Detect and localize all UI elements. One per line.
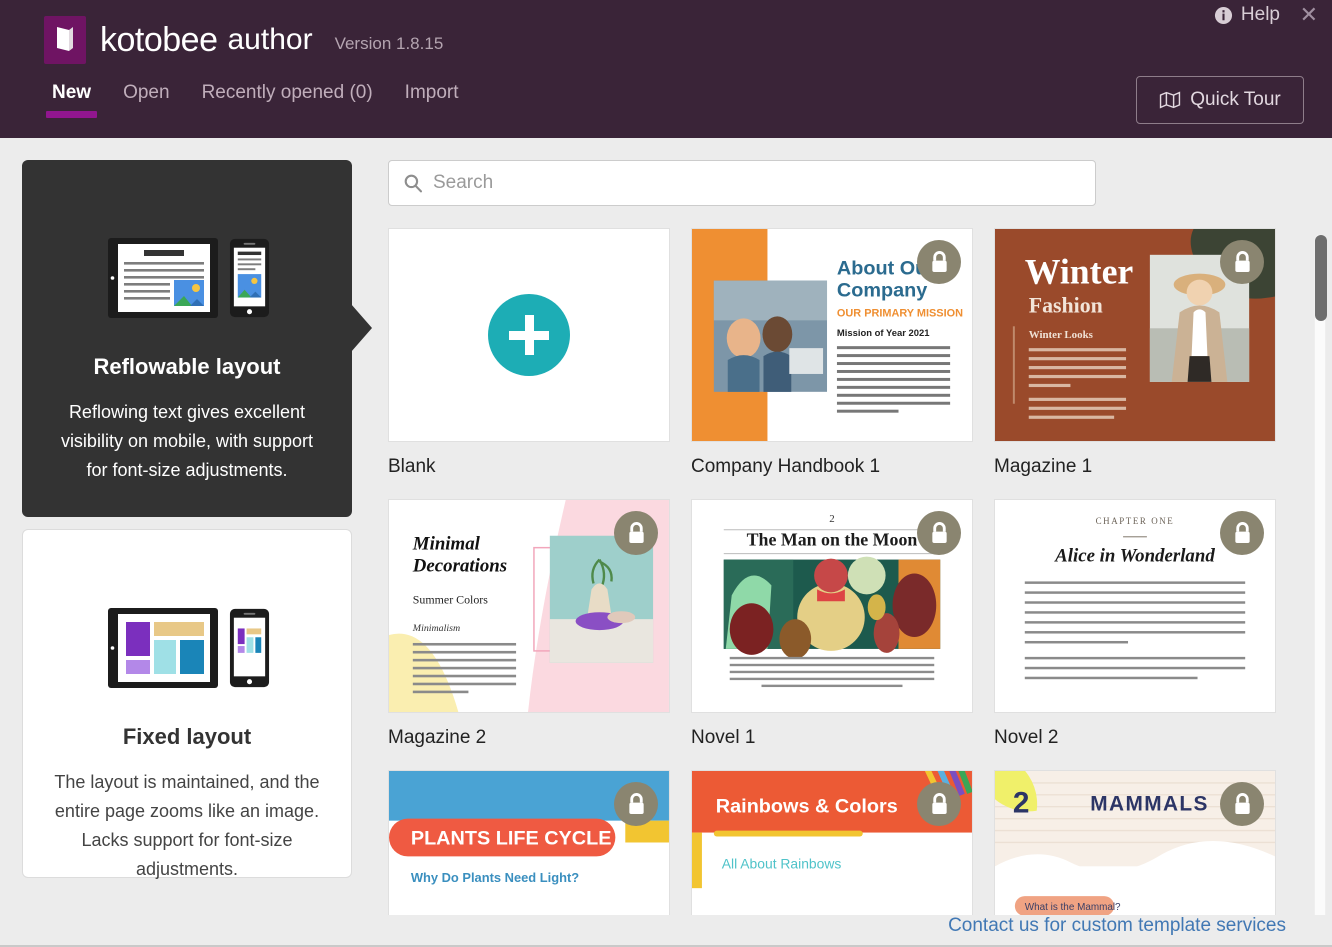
layout-title-reflowable: Reflowable layout [42,354,332,380]
template-card-company-handbook-1[interactable]: About Our Company OUR PRIMARY MISSION Mi… [691,228,973,478]
template-thumbnail[interactable]: Minimal Decorations Summer Colors Minima… [388,499,670,713]
layout-selector: Reflowable layout Reflowing text gives e… [22,160,352,878]
template-card-magazine-1[interactable]: Winter Fashion Winter Looks [994,228,1276,478]
template-thumbnail[interactable]: CHAPTER ONE Alice in Wonderland [994,499,1276,713]
svg-text:2: 2 [1013,787,1030,820]
reflowable-illustration [42,220,332,336]
svg-text:MAMMALS: MAMMALS [1090,793,1208,816]
lock-icon [1220,782,1264,826]
tab-import[interactable]: Import [389,82,475,118]
templates-scrollbar[interactable] [1314,234,1326,934]
selected-pointer [351,304,372,352]
template-card-blank[interactable]: Blank [388,228,670,478]
help-label: Help [1241,4,1280,26]
template-label: Novel 2 [994,727,1276,749]
kotobee-book-icon [44,16,86,64]
svg-text:Summer Colors: Summer Colors [413,592,488,606]
search-icon [403,173,423,193]
svg-text:What is the Mammal?: What is the Mammal? [1025,902,1121,913]
app-header: kotobee author Version 1.8.15 Help ✕ New… [0,0,1332,138]
quick-tour-label: Quick Tour [1190,89,1280,111]
lock-icon [614,782,658,826]
kotobee-author-window: kotobee author Version 1.8.15 Help ✕ New… [0,0,1332,947]
brand-logo: kotobee author Version 1.8.15 [44,16,443,64]
plus-icon [488,294,570,376]
brand-name-secondary: author [228,25,313,55]
template-card-novel-2[interactable]: CHAPTER ONE Alice in Wonderland [994,499,1276,749]
template-label: Magazine 2 [388,727,670,749]
help-button[interactable]: Help [1214,4,1280,26]
scrollbar-thumb[interactable] [1315,235,1327,321]
template-card-novel-1[interactable]: 2 The Man on the Moon [691,499,973,749]
template-grid: Blank [388,228,1288,947]
layout-desc-fixed: The layout is maintained, and the entire… [43,768,331,885]
layout-desc-reflowable: Reflowing text gives excellent visibilit… [42,398,332,485]
svg-text:Company: Company [837,280,927,302]
svg-text:The Man on the Moon: The Man on the Moon [747,530,918,550]
tab-active-underline [46,111,97,118]
tab-open[interactable]: Open [107,82,185,118]
lock-icon [1220,240,1264,284]
svg-text:Minimalism: Minimalism [412,623,460,634]
contact-us-link[interactable]: Contact us for custom template services [948,915,1286,937]
svg-text:Minimal: Minimal [412,534,481,555]
brand-name-primary: kotobee [100,23,218,57]
lock-icon [917,240,961,284]
tab-open-label: Open [123,82,169,103]
tab-recently-opened-label: Recently opened (0) [202,82,373,103]
lock-icon [917,511,961,555]
template-thumbnail[interactable]: 2 The Man on the Moon [691,499,973,713]
template-label: Blank [388,456,670,478]
main-content: Reflowable layout Reflowing text gives e… [0,138,1332,915]
svg-text:Fashion: Fashion [1029,293,1103,317]
svg-text:Winter Looks: Winter Looks [1029,329,1093,341]
template-label: Company Handbook 1 [691,456,973,478]
lock-icon [614,511,658,555]
templates-panel: Blank [388,160,1288,947]
svg-text:Rainbows & Colors: Rainbows & Colors [716,796,898,818]
map-icon [1159,91,1181,109]
template-label: Magazine 1 [994,456,1276,478]
template-thumbnail[interactable]: About Our Company OUR PRIMARY MISSION Mi… [691,228,973,442]
svg-text:Alice in Wonderland: Alice in Wonderland [1054,546,1215,567]
footer-bar: Contact us for custom template services [0,915,1332,947]
template-thumbnail[interactable] [388,228,670,442]
template-label: Novel 1 [691,727,973,749]
quick-tour-button[interactable]: Quick Tour [1136,76,1304,124]
tab-new[interactable]: New [36,82,107,118]
svg-text:OUR PRIMARY MISSION: OUR PRIMARY MISSION [837,307,963,319]
svg-text:Why Do Plants Need Light?: Why Do Plants Need Light? [411,870,579,885]
search-input[interactable] [433,172,1081,194]
lock-icon [1220,511,1264,555]
svg-text:2: 2 [829,513,834,525]
search-bar[interactable] [388,160,1096,206]
fixed-illustration [43,590,331,706]
info-icon [1214,6,1233,25]
main-nav: New Open Recently opened (0) Import [36,82,475,118]
tab-import-label: Import [405,82,459,103]
layout-title-fixed: Fixed layout [43,724,331,750]
layout-card-reflowable[interactable]: Reflowable layout Reflowing text gives e… [22,160,352,517]
tab-new-label: New [52,82,91,103]
svg-text:Winter: Winter [1025,252,1134,292]
template-thumbnail[interactable]: Winter Fashion Winter Looks [994,228,1276,442]
app-version: Version 1.8.15 [335,34,444,54]
template-card-magazine-2[interactable]: Minimal Decorations Summer Colors Minima… [388,499,670,749]
svg-text:Decorations: Decorations [412,555,507,576]
svg-text:CHAPTER ONE: CHAPTER ONE [1096,516,1175,526]
svg-text:PLANTS LIFE CYCLE: PLANTS LIFE CYCLE [411,827,612,849]
svg-text:Mission of Year 2021: Mission of Year 2021 [837,327,930,338]
svg-text:All About Rainbows: All About Rainbows [722,855,842,871]
close-icon[interactable]: ✕ [1300,5,1318,27]
layout-card-fixed[interactable]: Fixed layout The layout is maintained, a… [22,529,352,878]
lock-icon [917,782,961,826]
tab-recently-opened[interactable]: Recently opened (0) [186,82,389,118]
